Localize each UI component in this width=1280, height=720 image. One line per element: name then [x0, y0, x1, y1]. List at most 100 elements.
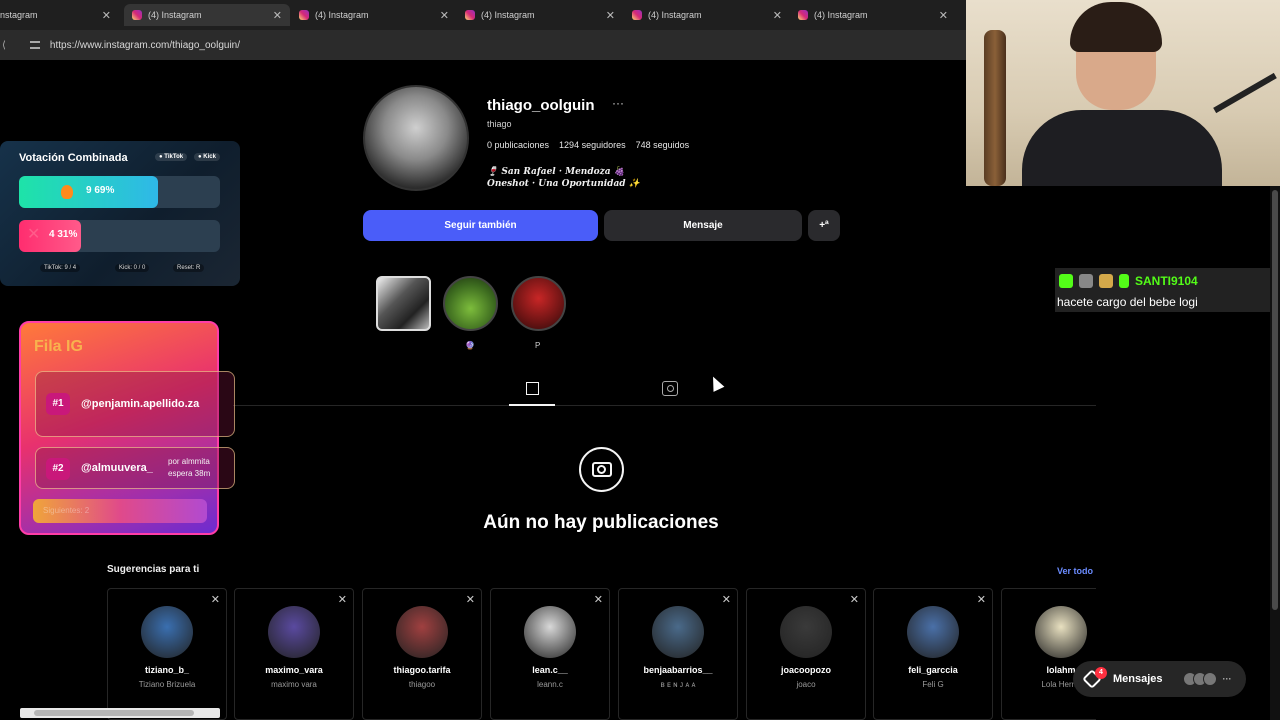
- dismiss-icon[interactable]: ✕: [338, 593, 347, 606]
- suggest-user-icon[interactable]: +ª: [808, 210, 840, 241]
- tabs-divider: [233, 405, 1096, 406]
- queue-wait-time: espera 38m: [168, 469, 211, 478]
- horizontal-scrollbar[interactable]: [20, 708, 220, 718]
- instagram-icon: [465, 10, 475, 20]
- message-button[interactable]: Mensaje: [604, 210, 802, 241]
- instagram-icon: [299, 10, 309, 20]
- scrollbar-thumb[interactable]: [34, 710, 194, 716]
- browser-tab-2-active[interactable]: (4) Instagram ✕: [124, 4, 290, 26]
- chat-text: hacete cargo del bebe logi: [1057, 295, 1198, 309]
- close-tab-icon[interactable]: ✕: [273, 9, 282, 22]
- close-tab-icon[interactable]: ✕: [773, 9, 782, 22]
- tab-title: (4) Instagram: [648, 10, 702, 20]
- dismiss-icon[interactable]: ✕: [466, 593, 475, 606]
- queue-requested-by: por almmita: [168, 457, 210, 466]
- queue-footer: Siguientes: 2: [33, 499, 207, 523]
- suggestion-avatar[interactable]: [268, 606, 320, 658]
- dismiss-icon[interactable]: ✕: [211, 593, 220, 606]
- dismiss-icon[interactable]: ✕: [850, 593, 859, 606]
- messages-button[interactable]: 4 Mensajes ···: [1073, 661, 1246, 697]
- suggestion-card[interactable]: ✕ thiagoo.tarifa thiagoo: [362, 588, 482, 720]
- close-tab-icon[interactable]: ✕: [606, 9, 615, 22]
- suggestion-name: Tiziano Brizuela: [138, 680, 196, 689]
- suggestion-card[interactable]: ✕ benjaabarrios__ ʙ ᴇ ɴ ᴊ ᴀ ᴀ: [618, 588, 738, 720]
- browser-tab-1[interactable]: nstagram ✕: [0, 4, 119, 26]
- address-bar[interactable]: ⟨ https://www.instagram.com/thiago_oolgu…: [0, 30, 966, 60]
- tiktok-tag: ● TikTok: [155, 153, 188, 161]
- bio-line-1: 🍷 San Rafael · Mendoza 🍇: [487, 167, 625, 177]
- suggestion-card[interactable]: ✕ tiziano_b_ Tiziano Brizuela: [107, 588, 227, 720]
- story-highlight-2[interactable]: [443, 276, 498, 331]
- suggestion-username[interactable]: joacoopozo: [747, 665, 865, 675]
- browser-tab-5[interactable]: (4) Instagram ✕: [624, 4, 790, 26]
- vote-widget: Votación Combinada ● TikTok ● Kick 9 69%…: [0, 141, 240, 286]
- suggestion-card[interactable]: ✕ lean.c__ leann.c: [490, 588, 610, 720]
- see-all-link[interactable]: Ver todo: [1057, 566, 1093, 576]
- browser-tab-6[interactable]: (4) Instagram ✕: [790, 4, 956, 26]
- dismiss-icon[interactable]: ✕: [977, 593, 986, 606]
- following-count[interactable]: 748 seguidos: [636, 140, 690, 150]
- suggestion-avatar[interactable]: [1035, 606, 1087, 658]
- suggestion-name: joaco: [796, 680, 816, 689]
- webcam-feed: [966, 0, 1280, 186]
- vote-foot-kick: Kick: 0 / 0: [115, 264, 150, 272]
- suggestion-name: Feli G: [922, 680, 944, 689]
- tab-tagged-icon[interactable]: [662, 381, 678, 396]
- queue-number: #1: [46, 393, 70, 415]
- scrollbar-thumb[interactable]: [1272, 190, 1278, 610]
- close-tab-icon[interactable]: ✕: [939, 9, 948, 22]
- close-tab-icon[interactable]: ✕: [440, 9, 449, 22]
- queue-entry-1: #1 @penjamin.apellido.za: [35, 371, 235, 437]
- dismiss-icon[interactable]: ✕: [594, 593, 603, 606]
- suggestion-card[interactable]: ✕ joacoopozo joaco: [746, 588, 866, 720]
- story-highlight-3[interactable]: [511, 276, 566, 331]
- posts-count: 0 publicaciones: [487, 140, 550, 150]
- tab-title: nstagram: [0, 10, 38, 20]
- suggestion-card[interactable]: ✕ feli_garccia Feli G: [873, 588, 993, 720]
- suggestion-username[interactable]: tiziano_b_: [108, 665, 226, 675]
- dismiss-icon[interactable]: ✕: [722, 593, 731, 606]
- highlight-label-3: P: [535, 341, 541, 350]
- suggestion-avatar[interactable]: [141, 606, 193, 658]
- instagram-icon: [798, 10, 808, 20]
- back-icon[interactable]: ⟨: [2, 40, 6, 51]
- suggestion-card[interactable]: lolahm Lola Herná: [1001, 588, 1096, 720]
- kick-icon: [1059, 274, 1073, 288]
- suggestion-avatar[interactable]: [907, 606, 959, 658]
- close-tab-icon[interactable]: ✕: [102, 9, 111, 22]
- story-highlight-1[interactable]: [376, 276, 431, 331]
- tab-posts[interactable]: [509, 378, 555, 406]
- suggestion-card[interactable]: ✕ maximo_vara maximo vara: [234, 588, 354, 720]
- follow-back-button[interactable]: Seguir también: [363, 210, 598, 241]
- more-options-icon[interactable]: ···: [612, 96, 624, 110]
- suggestion-avatar[interactable]: [780, 606, 832, 658]
- queue-entry-2: #2 @almuuvera_ por almmita espera 38m: [35, 447, 235, 489]
- grid-icon: [525, 382, 539, 395]
- suggestion-username[interactable]: benjaabarrios__: [619, 665, 737, 675]
- page-scrollbar[interactable]: [1270, 186, 1280, 720]
- suggestion-avatar[interactable]: [524, 606, 576, 658]
- suggestion-username[interactable]: lean.c__: [491, 665, 609, 675]
- suggestion-name: thiagoo: [408, 680, 436, 689]
- messages-label: Mensajes: [1113, 673, 1163, 685]
- fire-icon: [61, 185, 73, 199]
- suggestion-username[interactable]: maximo_vara: [235, 665, 353, 675]
- followers-count[interactable]: 1294 seguidores: [559, 140, 626, 150]
- chat-message: SANTI9104 hacete cargo del bebe logi: [1055, 268, 1270, 312]
- badge-icon: [1099, 274, 1113, 288]
- browser-tab-3[interactable]: (4) Instagram ✕: [291, 4, 457, 26]
- suggestion-username[interactable]: feli_garccia: [874, 665, 992, 675]
- vote-foot-reset: Reset: R: [173, 264, 205, 272]
- profile-avatar[interactable]: [363, 85, 469, 191]
- suggestion-avatar[interactable]: [652, 606, 704, 658]
- suggestion-avatar[interactable]: [396, 606, 448, 658]
- browser-tab-4[interactable]: (4) Instagram ✕: [457, 4, 623, 26]
- browser-tab-bar: nstagram ✕ (4) Instagram ✕ (4) Instagram…: [0, 0, 966, 30]
- url-text[interactable]: https://www.instagram.com/thiago_oolguin…: [50, 40, 240, 51]
- unread-badge: 4: [1095, 667, 1107, 679]
- suggestion-username[interactable]: thiagoo.tarifa: [363, 665, 481, 675]
- queue-number: #2: [46, 458, 70, 480]
- x-icon: ✕: [27, 226, 41, 243]
- site-settings-icon[interactable]: [29, 41, 40, 49]
- vote-bar-2-label: 4 31%: [49, 229, 78, 240]
